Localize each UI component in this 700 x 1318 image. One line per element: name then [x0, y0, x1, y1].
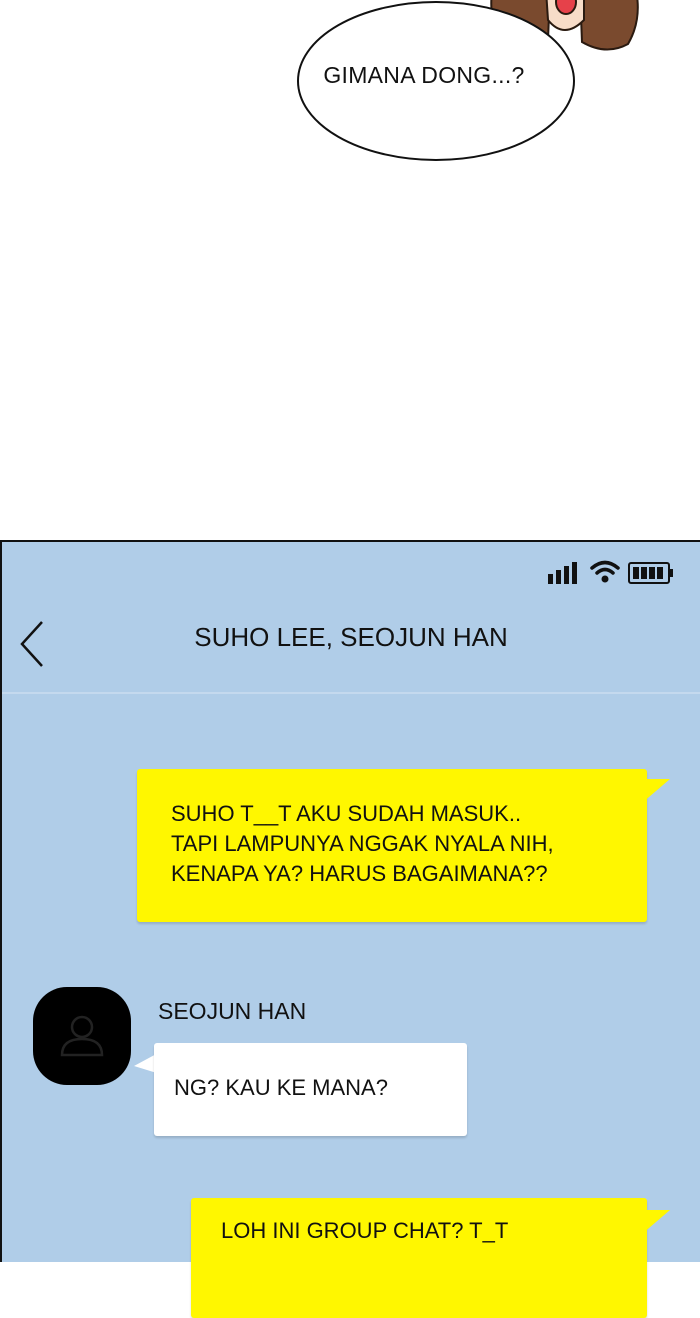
speech-text: GIMANA DONG...?: [323, 62, 525, 88]
message-bubble-incoming: NG? KAU KE MANA?: [154, 1043, 467, 1136]
chat-title: SUHO LEE, SEOJUN HAN: [194, 622, 508, 652]
message-line: NG? KAU KE MANA?: [174, 1075, 388, 1100]
message-bubble-outgoing: LOH INI GROUP CHAT? T_T: [191, 1198, 647, 1318]
sender-name: SEOJUN HAN: [158, 998, 307, 1024]
avatar[interactable]: [33, 987, 131, 1085]
signal-icon: [548, 562, 577, 584]
battery-icon: [628, 562, 673, 584]
status-bar: [548, 560, 674, 584]
phone-screen: SUHO LEE, SEOJUN HAN SUHO T__T AKU SUDAH…: [0, 540, 700, 1318]
bubble-tail: [642, 779, 670, 803]
wifi-icon: [590, 560, 620, 583]
bubble-tail: [642, 1210, 670, 1234]
chat-header: SUHO LEE, SEOJUN HAN: [2, 598, 700, 694]
message-bubble-outgoing: SUHO T__T AKU SUDAH MASUK.. TAPI LAMPUNY…: [137, 769, 647, 922]
message-line: LOH INI GROUP CHAT? T_T: [221, 1218, 509, 1243]
message-line: SUHO T__T AKU SUDAH MASUK..: [171, 801, 522, 826]
message-line: TAPI LAMPUNYA NGGAK NYALA NIH,: [171, 831, 554, 856]
person-icon: [60, 1015, 104, 1057]
message-line: KENAPA YA? HARUS BAGAIMANA??: [171, 861, 548, 886]
